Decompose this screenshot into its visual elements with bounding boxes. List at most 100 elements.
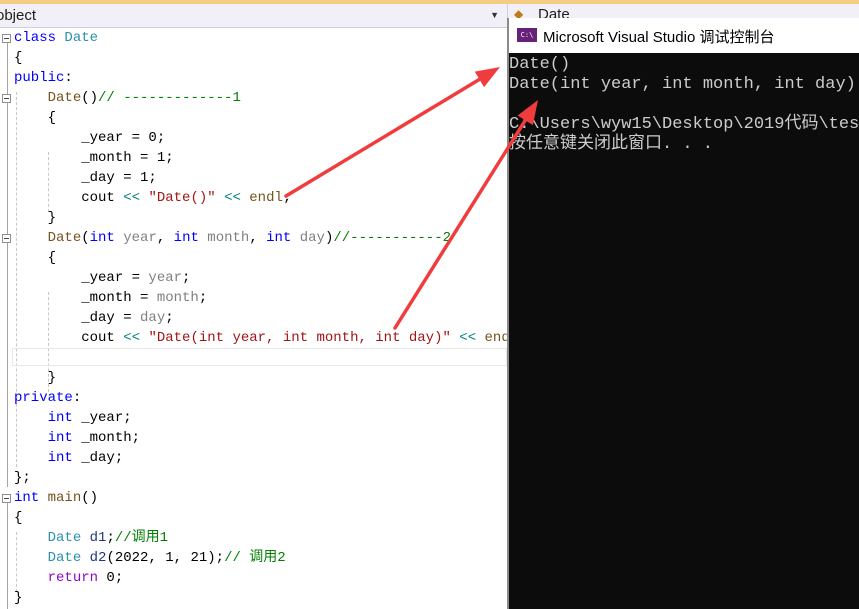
code-token: main — [47, 490, 82, 506]
code-token: { — [14, 510, 23, 526]
code-line[interactable]: } — [14, 208, 527, 228]
console-output: Date() Date(int year, int month, int day)… — [509, 55, 859, 155]
collapse-icon[interactable] — [2, 234, 11, 243]
code-line[interactable]: } — [14, 368, 527, 388]
code-token: "Date()" — [148, 190, 216, 206]
code-line[interactable] — [14, 348, 527, 368]
code-token: () — [81, 490, 99, 506]
code-line[interactable]: _month = 1; — [14, 148, 527, 168]
code-token: { — [14, 110, 57, 126]
code-line[interactable]: } — [14, 588, 527, 608]
console-line: C:\Users\wyw15\Desktop\2019代码\test — [509, 115, 859, 134]
code-token: } — [14, 210, 57, 226]
code-line[interactable]: Date()// -------------1 — [14, 88, 527, 108]
code-token: << — [459, 330, 477, 346]
code-token: << — [224, 190, 241, 206]
code-line[interactable]: _day = day; — [14, 308, 527, 328]
code-line[interactable]: { — [14, 108, 527, 128]
code-token: public — [14, 70, 65, 86]
code-line[interactable]: _year = 0; — [14, 128, 527, 148]
code-line[interactable]: _year = year; — [14, 268, 527, 288]
code-token: { — [14, 250, 57, 266]
code-token: ; — [165, 310, 174, 326]
code-token: }; — [14, 470, 31, 486]
console-line: Date() — [509, 55, 571, 74]
code-token: int — [47, 430, 73, 446]
code-token: _year; — [72, 410, 132, 426]
code-token: Date — [47, 230, 82, 246]
code-token: cout — [14, 190, 124, 206]
code-token: ; — [282, 190, 292, 206]
code-line[interactable]: int main() — [14, 488, 527, 508]
code-token: _day; — [72, 450, 124, 466]
code-line[interactable]: Date(int year, int month, int day)//----… — [14, 228, 527, 248]
code-token: int — [47, 410, 73, 426]
collapse-icon[interactable] — [2, 94, 11, 103]
code-token: Date — [47, 530, 82, 546]
code-token: Date — [64, 30, 99, 46]
code-line[interactable]: }; — [14, 468, 527, 488]
debug-console-window[interactable]: C:\ Microsoft Visual Studio 调试控制台 Date()… — [507, 18, 859, 609]
code-token: _day = 1; — [14, 170, 157, 186]
code-token: _day = — [14, 310, 141, 326]
code-editor[interactable]: class Date{public: Date()// ------------… — [0, 28, 527, 609]
console-title-bar[interactable]: C:\ Microsoft Visual Studio 调试控制台 — [509, 18, 859, 53]
code-token: << — [123, 190, 141, 206]
code-line[interactable]: private: — [14, 388, 527, 408]
code-token: Date — [47, 550, 82, 566]
chevron-down-icon[interactable]: ▼ — [490, 4, 499, 27]
code-token: _year = 0; — [14, 130, 166, 146]
code-token: //-----------2 — [333, 230, 451, 246]
code-line[interactable]: cout << "Date(int year, int month, int d… — [14, 328, 526, 348]
code-token: _year = — [14, 270, 149, 286]
code-token: 0; — [98, 570, 124, 586]
code-token: //调用1 — [114, 530, 169, 546]
code-token: int — [266, 230, 292, 246]
code-line[interactable]: { — [14, 508, 527, 528]
code-line[interactable]: _month = month; — [14, 288, 527, 308]
code-token: () — [81, 90, 99, 106]
code-line[interactable]: cout << "Date()" << endl; — [14, 188, 527, 208]
code-line[interactable]: { — [14, 248, 527, 268]
code-text[interactable]: class Date{public: Date()// ------------… — [14, 28, 527, 608]
collapse-icon[interactable] — [2, 34, 11, 43]
code-line[interactable]: class Date — [14, 28, 527, 48]
code-token: } — [14, 370, 57, 386]
code-token: d1 — [89, 530, 107, 546]
code-token: class — [14, 30, 57, 46]
code-line[interactable]: Date d2(2022, 1, 21);// 调用2 — [14, 548, 527, 568]
code-token: : — [64, 70, 73, 86]
code-token: year — [123, 230, 157, 246]
code-line[interactable]: { — [14, 48, 527, 68]
code-line[interactable]: Date d1;//调用1 — [14, 528, 527, 548]
code-token: endl — [249, 190, 283, 206]
code-token: int — [14, 490, 40, 506]
code-token: month — [156, 290, 199, 306]
code-token: // 调用2 — [224, 550, 286, 566]
code-token: Date — [47, 90, 82, 106]
scope-dropdown[interactable]: object ▼ — [0, 4, 505, 27]
code-line[interactable]: return 0; — [14, 568, 527, 588]
code-line[interactable]: int _year; — [14, 408, 527, 428]
code-token: year — [148, 270, 183, 286]
code-token: cout — [14, 330, 124, 346]
code-line[interactable]: public: — [14, 68, 527, 88]
code-line[interactable]: _day = 1; — [14, 168, 527, 188]
code-token: : — [72, 390, 82, 406]
code-line[interactable]: int _day; — [14, 448, 527, 468]
code-line[interactable]: int _month; — [14, 428, 527, 448]
code-token: // -------------1 — [98, 90, 241, 106]
code-token: _month; — [72, 430, 141, 446]
code-token: month — [207, 230, 250, 246]
console-app-icon: C:\ — [517, 28, 537, 42]
collapse-icon[interactable] — [2, 494, 11, 503]
